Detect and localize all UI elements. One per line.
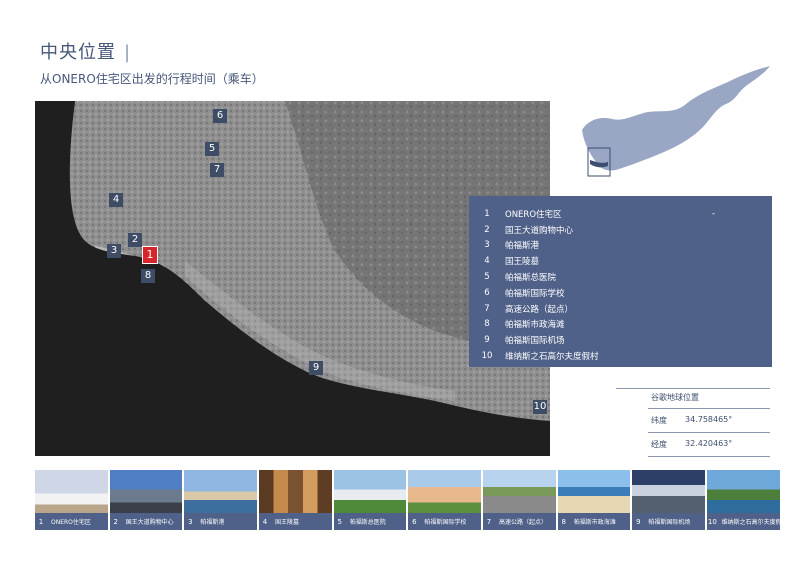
thumbnail-photo	[35, 470, 108, 513]
map-marker-2[interactable]: 2	[128, 233, 142, 247]
legend-item[interactable]: 10 维纳斯之石高尔夫度假村	[469, 348, 772, 364]
thumbnail-card[interactable]: 10维纳斯之石高尔夫度假村	[707, 470, 781, 530]
page-title: 中央位置 |	[40, 38, 131, 64]
thumbnail-photo	[259, 470, 332, 513]
thumbnail-card[interactable]: 4 国王陵墓	[259, 470, 332, 530]
divider	[616, 388, 770, 389]
thumbnail-photo	[184, 470, 258, 513]
thumbnail-strip: 1 ONERO住宅区 2 国王大道购物中心 3 帕福斯港 4 国王陵墓 5 帕福斯总医院 …	[35, 470, 781, 530]
thumbnail-card[interactable]: 3 帕福斯港	[184, 470, 258, 530]
map-marker-10[interactable]: 10	[533, 400, 547, 414]
longitude-row: 经度 32.420463°	[651, 439, 733, 449]
divider	[648, 456, 770, 457]
coordinates-heading: 谷歌地球位置	[651, 393, 699, 402]
legend-item[interactable]: 5 帕福斯总医院	[469, 269, 772, 285]
map-marker-6[interactable]: 6	[213, 109, 227, 123]
cyprus-inset-map	[582, 66, 770, 177]
legend-item[interactable]: 4 国王陵墓	[469, 253, 772, 269]
thumbnail-card[interactable]: 9 帕福斯国际机场	[632, 470, 706, 530]
legend-item[interactable]: 1 ONERO住宅区 -	[469, 206, 772, 222]
map-marker-8[interactable]: 8	[141, 269, 155, 283]
title-divider: |	[124, 42, 132, 63]
thumbnail-photo	[557, 470, 631, 513]
thumbnail-photo	[333, 470, 407, 513]
legend-item[interactable]: 9 帕福斯国际机场	[469, 332, 772, 348]
legend-item[interactable]: 7 高速公路（起点）	[469, 301, 772, 317]
map-marker-3[interactable]: 3	[107, 244, 121, 258]
thumbnail-card[interactable]: 7 高速公路（起点）	[483, 470, 556, 530]
divider	[648, 408, 770, 409]
thumbnail-card[interactable]: 2 国王大道购物中心	[109, 470, 183, 530]
map-marker-1[interactable]: 1	[142, 246, 158, 264]
map-marker-9[interactable]: 9	[309, 361, 323, 375]
thumbnail-photo	[632, 470, 706, 513]
thumbnail-photo	[707, 470, 781, 513]
thumbnail-card[interactable]: 5 帕福斯总医院	[333, 470, 407, 530]
thumbnail-photo	[483, 470, 556, 513]
thumbnail-card[interactable]: 8 帕福斯市政海滩	[557, 470, 631, 530]
divider	[648, 432, 770, 433]
latitude-row: 纬度 34.758465°	[651, 415, 733, 425]
page-subtitle: 从ONERO住宅区出发的行程时间（乘车）	[40, 72, 264, 86]
thumbnail-card[interactable]: 6 帕福斯国际学校	[408, 470, 482, 530]
location-legend: 1 ONERO住宅区 - 2 国王大道购物中心 3 帕福斯港 4 国王陵墓 5 帕福斯总医院…	[469, 196, 772, 367]
map-marker-4[interactable]: 4	[109, 193, 123, 207]
page-title-text: 中央位置	[40, 42, 116, 63]
legend-item[interactable]: 8 帕福斯市政海滩	[469, 317, 772, 333]
legend-item[interactable]: 2 国王大道购物中心	[469, 222, 772, 238]
thumbnail-card[interactable]: 1 ONERO住宅区	[35, 470, 108, 530]
map-marker-7[interactable]: 7	[210, 163, 224, 177]
thumbnail-photo	[408, 470, 482, 513]
legend-item[interactable]: 6 帕福斯国际学校	[469, 285, 772, 301]
coordinates-panel: 谷歌地球位置 纬度 34.758465° 经度 32.420463°	[616, 388, 770, 459]
map-marker-5[interactable]: 5	[205, 142, 219, 156]
thumbnail-photo	[109, 470, 183, 513]
legend-item[interactable]: 3 帕福斯港	[469, 238, 772, 254]
